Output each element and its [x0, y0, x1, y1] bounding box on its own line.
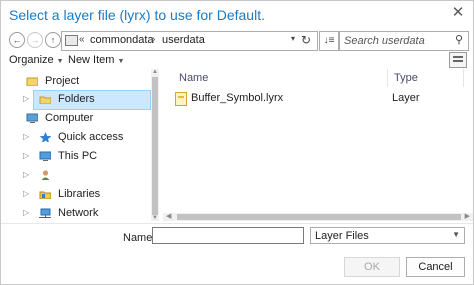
tree-item-folders[interactable]: ▷ Folders	[1, 90, 161, 110]
tree-scrollbar[interactable]: ▲ ▼	[151, 69, 159, 221]
expand-icon[interactable]: ▷	[23, 94, 29, 103]
column-header-type[interactable]: Type	[394, 72, 418, 84]
view-list-icon	[453, 56, 463, 58]
chevron-down-icon: ▼	[56, 58, 64, 65]
sort-icon[interactable]: ↓≡	[319, 31, 339, 51]
organize-label: Organize	[9, 54, 54, 66]
file-list: Name Type Buffer_Symbol.lyrx Layer	[163, 69, 473, 221]
folder-icon	[65, 35, 78, 46]
tree-item-label: Folders	[58, 93, 95, 105]
search-input[interactable]	[344, 34, 444, 48]
file-type: Layer	[392, 92, 420, 104]
view-list-icon-line	[453, 60, 463, 62]
divider	[1, 223, 473, 224]
new-item-label: New Item	[68, 54, 115, 66]
expand-icon[interactable]: ▷	[23, 189, 29, 198]
organize-menu[interactable]: Organize ▼	[9, 54, 64, 66]
chevron-down-icon[interactable]: ▾	[291, 34, 295, 43]
file-list-hscrollbar[interactable]: ◀ ▶	[163, 213, 473, 221]
tree-item-label: Libraries	[58, 188, 101, 200]
scrollbar-thumb[interactable]	[177, 214, 461, 220]
chevron-down-icon[interactable]: ▼	[452, 230, 460, 239]
tree-item-this-pc[interactable]: ▷ This PC	[1, 147, 161, 166]
back-button[interactable]: ←	[9, 32, 25, 48]
new-item-menu[interactable]: New Item ▼	[68, 54, 124, 66]
tree-item-quick-access[interactable]: ▷ Quick access	[1, 128, 161, 147]
tree-item-label: Project	[45, 75, 80, 87]
name-label: Name	[123, 232, 153, 244]
navigation-bar: ← → ↑ « commondata › userdata ▾ ↻ ↓≡ ⚲	[7, 31, 469, 51]
tree-item-computer[interactable]: Computer	[1, 109, 161, 128]
tree-item-project[interactable]: Project	[1, 72, 161, 91]
search-icon[interactable]: ⚲	[455, 33, 463, 46]
cancel-button[interactable]: Cancel	[406, 257, 465, 277]
breadcrumb-commondata[interactable]: commondata	[90, 34, 154, 46]
star-icon	[39, 132, 51, 142]
forward-button[interactable]: →	[27, 32, 43, 48]
tree-item-label: This PC	[58, 150, 98, 162]
view-options-button[interactable]	[449, 52, 467, 68]
path-prefix: «	[79, 34, 85, 45]
tree-item-label: Network	[58, 207, 99, 219]
ok-button[interactable]: OK	[344, 257, 400, 277]
network-icon	[39, 208, 51, 218]
file-type-filter[interactable]: Layer Files ▼	[310, 227, 465, 244]
toolbar: Organize ▼ New Item ▼	[1, 52, 473, 68]
expand-icon[interactable]: ▷	[23, 208, 29, 217]
tree-item-libraries[interactable]: ▷ Libraries	[1, 185, 161, 204]
tree-item-network[interactable]: ▷ Network	[1, 204, 161, 223]
refresh-icon[interactable]: ↻	[298, 32, 314, 48]
computer-icon	[26, 113, 38, 123]
chevron-down-icon: ▼	[117, 58, 125, 65]
tree-item-label: Quick access	[58, 131, 124, 143]
breadcrumb-separator: ›	[152, 34, 156, 45]
expand-icon[interactable]: ▷	[23, 151, 29, 160]
scroll-right-icon[interactable]: ▶	[465, 212, 470, 220]
scroll-left-icon[interactable]: ◀	[166, 212, 171, 220]
dialog-title: Select a layer file (lyrx) to use for De…	[9, 7, 265, 23]
file-name: Buffer_Symbol.lyrx	[191, 92, 284, 104]
tree-item-label: Computer	[45, 112, 94, 124]
folder-icon	[39, 96, 51, 104]
name-input[interactable]	[152, 227, 304, 244]
scroll-up-icon[interactable]: ▲	[152, 69, 158, 75]
file-dialog: Select a layer file (lyrx) to use for De…	[0, 0, 474, 285]
search-box[interactable]: ⚲	[339, 31, 469, 51]
column-divider[interactable]	[387, 69, 388, 87]
layer-file-icon	[175, 92, 187, 106]
file-row[interactable]: Buffer_Symbol.lyrx Layer	[175, 90, 465, 108]
breadcrumb-userdata[interactable]: userdata	[162, 34, 205, 46]
navigation-tree: Project ▷ Folders Computer ▷ Quick acces…	[1, 69, 161, 221]
column-header-name[interactable]: Name	[179, 72, 208, 84]
monitor-icon	[39, 151, 51, 161]
scroll-down-icon[interactable]: ▼	[152, 215, 158, 221]
expand-icon[interactable]: ▷	[23, 132, 29, 141]
up-button[interactable]: ↑	[45, 32, 61, 48]
user-icon	[41, 170, 50, 180]
expand-icon[interactable]: ▷	[23, 170, 29, 179]
project-icon	[26, 77, 38, 86]
filter-value: Layer Files	[315, 230, 369, 242]
scrollbar-thumb[interactable]	[152, 77, 158, 215]
tree-item-user[interactable]: ▷	[1, 166, 161, 185]
libraries-icon	[39, 191, 51, 199]
address-bar[interactable]: « commondata › userdata ▾	[61, 31, 318, 51]
column-divider[interactable]	[463, 69, 464, 87]
close-icon[interactable]: ✕	[449, 4, 467, 22]
